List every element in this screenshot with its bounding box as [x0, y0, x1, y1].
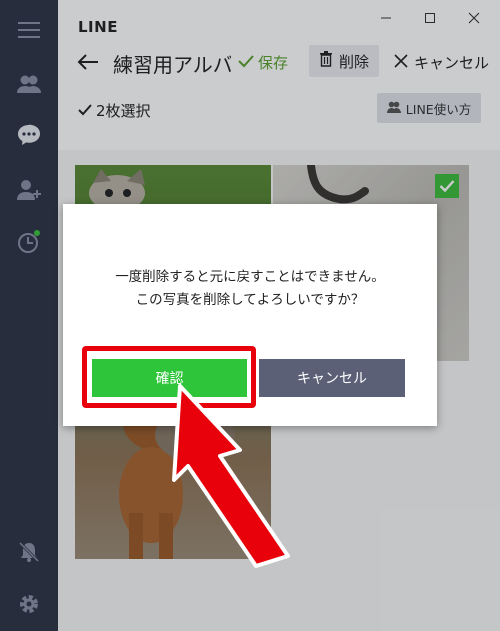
annotation-arrow-icon — [172, 384, 290, 568]
dialog-message-line2: この写真を削除してよろしいですか？ — [135, 292, 365, 308]
dialog-message-line1: 一度削除すると元に戻すことはできません。 — [115, 269, 385, 285]
